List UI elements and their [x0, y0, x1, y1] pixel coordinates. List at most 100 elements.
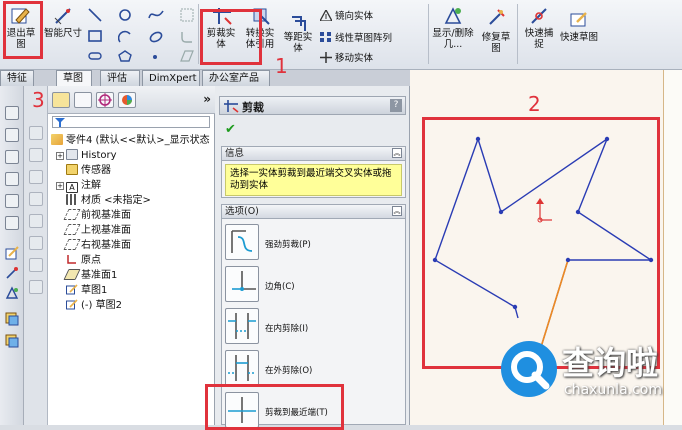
dimension-tool-icon[interactable] [5, 266, 19, 280]
mirror-entities-button[interactable]: 镜向实体 [320, 8, 373, 22]
tab-sketch[interactable]: 草图 [56, 70, 92, 86]
expand-icon[interactable]: + [56, 152, 64, 160]
point-icon[interactable] [150, 52, 160, 62]
line-icon[interactable] [88, 8, 102, 22]
slot-icon[interactable] [88, 50, 102, 62]
sensor-icon [66, 164, 78, 175]
layer-tool-icon[interactable] [5, 334, 19, 348]
annotation-icon: A [66, 182, 78, 193]
ribbon-separator [198, 4, 199, 64]
tab-office-products[interactable]: 办公室产品 [202, 70, 270, 86]
collapse-icon[interactable]: ︽ [392, 148, 402, 158]
feature-manager-tree: » 零件4 (默认<<默认>_显示状态 +History +传感器 +A注解 +… [48, 86, 215, 425]
options-group-header[interactable]: 选项(O) ︽ [222, 205, 405, 219]
expand-arrows-icon[interactable]: » [203, 92, 211, 106]
plane-icon [63, 209, 81, 220]
offset-icon [292, 16, 306, 31]
tree-item-annotations[interactable]: + A 注解 [56, 178, 101, 193]
text-icon[interactable] [180, 8, 194, 22]
configuration-manager-tab-icon[interactable] [96, 92, 114, 108]
mirror-label: 镜向实体 [335, 11, 374, 22]
tree-item-origin[interactable]: +原点 [56, 253, 101, 268]
tab-features[interactable]: 特征 [0, 70, 34, 86]
disabled-tool-icon [29, 214, 43, 228]
feature-manager-tab-icon[interactable] [52, 92, 70, 108]
repair-sketch-label: 修复草图 [481, 32, 511, 54]
left-view-toolbar [0, 86, 24, 425]
arc-icon[interactable] [118, 30, 132, 44]
fillet-icon[interactable] [180, 30, 194, 44]
tree-item-label: 基准面1 [81, 270, 118, 281]
tree-item-right-plane[interactable]: +右视基准面 [56, 238, 131, 253]
trim-inside-icon [225, 308, 259, 344]
quick-snaps-button[interactable]: 快速捕捉 [521, 4, 557, 62]
tree-item-top-plane[interactable]: +上视基准面 [56, 223, 131, 238]
tab-dimxpert[interactable]: DimXpert [142, 70, 200, 86]
sketch-icon [66, 284, 78, 295]
tree-item-material[interactable]: +材质 <未指定> [56, 193, 151, 208]
circle-icon[interactable] [118, 8, 132, 22]
command-manager: 退出草图 智能尺寸 剪裁实体 转换实体引用 等距实体 镜向实体 线性草图阵列 移… [0, 0, 682, 70]
appearance-manager-tab-icon[interactable] [118, 92, 136, 108]
filter-icon [55, 118, 65, 127]
display-delete-relations-button[interactable]: 显示/删除几... [432, 4, 474, 62]
watermark-brand: 查询啦 [562, 344, 659, 382]
info-group-header[interactable]: 信息 ︽ [222, 147, 405, 161]
linear-pattern-icon [320, 32, 331, 42]
smart-dimension-icon [54, 8, 71, 25]
plane-icon[interactable] [180, 50, 194, 62]
property-manager-tab-icon[interactable] [74, 92, 92, 108]
move-icon [320, 52, 332, 63]
help-icon[interactable]: ? [390, 99, 402, 112]
tree-root-part[interactable]: 零件4 (默认<<默认>_显示状态 [51, 133, 210, 148]
move-entities-button[interactable]: 移动实体 [320, 50, 373, 64]
tree-item-front-plane[interactable]: +前视基准面 [56, 208, 131, 223]
part-icon [51, 134, 63, 145]
view-cube-icon[interactable] [5, 194, 19, 208]
spline-icon[interactable] [148, 8, 164, 22]
annotation-box-trim-closest [205, 384, 344, 430]
tree-item-label: 材质 <未指定> [81, 195, 151, 206]
tree-item-label: 草图1 [81, 285, 108, 296]
trim-outside-icon [225, 350, 259, 386]
tree-item-sketch2[interactable]: +(-) 草图2 [56, 298, 122, 313]
options-label: 选项(O) [225, 206, 259, 217]
info-label: 信息 [225, 148, 245, 159]
relations-tool-icon[interactable] [5, 286, 19, 300]
rectangle-icon[interactable] [88, 30, 102, 42]
annotation-number-3: 3 [32, 88, 45, 112]
annotation-box-exit-sketch [3, 1, 43, 59]
view-cube-icon[interactable] [5, 128, 19, 142]
smart-dimension-button[interactable]: 智能尺寸 [44, 4, 82, 62]
expand-icon[interactable]: + [56, 182, 64, 190]
ribbon-separator [428, 4, 429, 64]
annotation-box-star [422, 117, 660, 369]
view-cube-icon[interactable] [5, 172, 19, 186]
rapid-sketch-button[interactable]: 快速草图 [560, 4, 598, 62]
tree-item-sketch1[interactable]: +草图1 [56, 283, 107, 298]
annotation-number-1: 1 [275, 54, 288, 78]
tree-item-sensors[interactable]: +传感器 [56, 163, 111, 178]
tree-item-history[interactable]: + History [56, 148, 117, 163]
sketch-tool-icon[interactable] [5, 246, 19, 260]
command-manager-tabs: 特征 草图 评估 DimXpert 办公室产品 [0, 70, 410, 86]
linear-pattern-button[interactable]: 线性草图阵列 [320, 30, 392, 44]
rapid-sketch-label: 快速草图 [560, 32, 599, 43]
tree-item-plane1[interactable]: +基准面1 [56, 268, 117, 283]
tree-item-label: 注解 [81, 180, 101, 191]
layer-tool-icon[interactable] [5, 312, 19, 326]
polygon-icon[interactable] [118, 50, 132, 62]
view-cube-icon[interactable] [5, 216, 19, 230]
collapse-icon[interactable]: ︽ [392, 206, 402, 216]
history-icon [66, 149, 78, 160]
ok-check-icon[interactable]: ✔ [225, 122, 236, 137]
tab-evaluate[interactable]: 评估 [100, 70, 140, 86]
ellipse-icon[interactable] [148, 30, 164, 44]
tree-filter-input[interactable] [52, 116, 210, 128]
view-cube-icon[interactable] [5, 150, 19, 164]
crosshair-icon [98, 93, 112, 107]
view-cube-icon[interactable] [5, 106, 19, 120]
repair-sketch-button[interactable]: 修复草图 [478, 4, 514, 62]
tree-item-label: (-) 草图2 [81, 300, 122, 311]
info-group: 信息 ︽ 选择一实体剪裁到最近端交叉实体或拖动到实体 [221, 146, 406, 198]
